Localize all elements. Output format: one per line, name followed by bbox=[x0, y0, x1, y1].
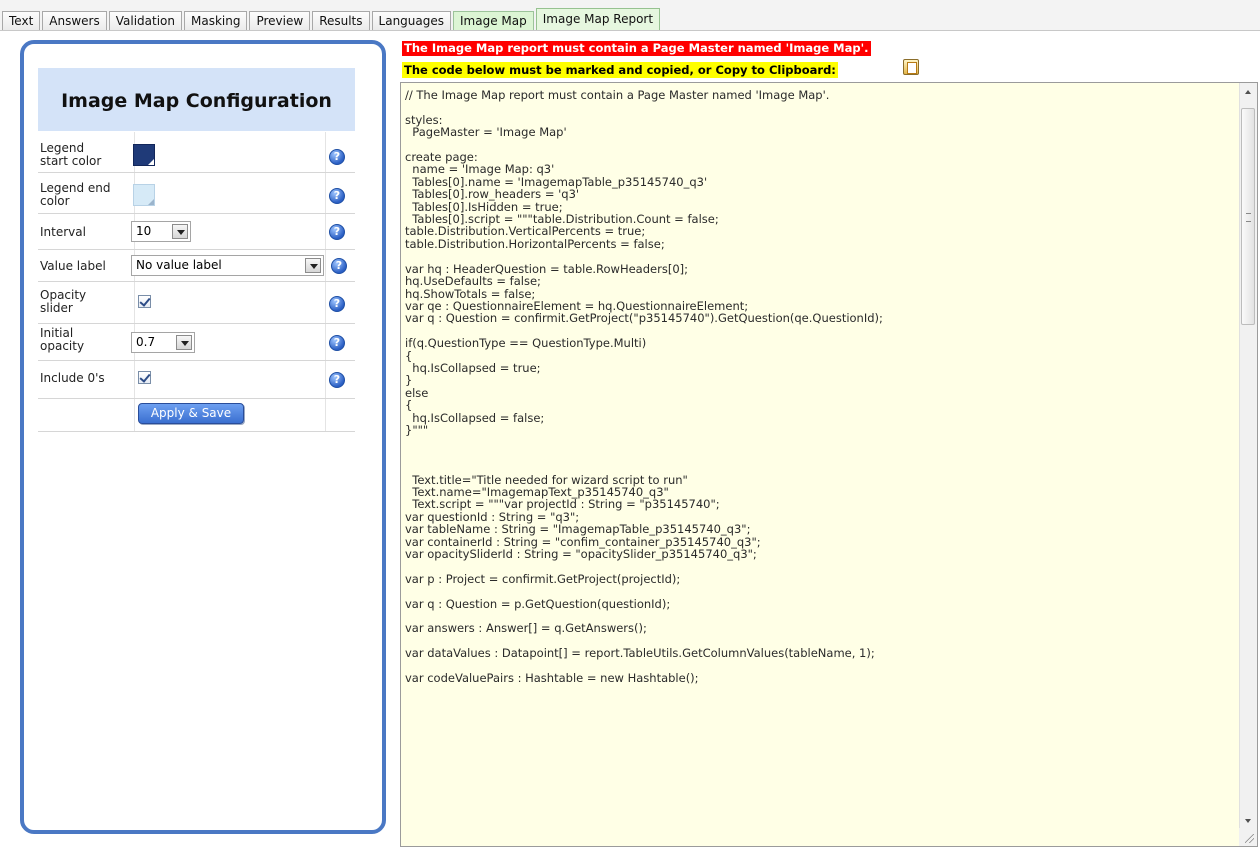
tab-languages[interactable]: Languages bbox=[371, 11, 452, 30]
chevron-down-icon[interactable] bbox=[176, 335, 192, 350]
include-zeros-row: Include 0's ? bbox=[38, 361, 355, 399]
tab-validation[interactable]: Validation bbox=[108, 11, 182, 30]
copy-instruction: The code below must be marked and copied… bbox=[402, 62, 838, 78]
legend-end-label: Legend end color bbox=[40, 181, 111, 208]
tab-list: Text Answers Validation Masking Preview … bbox=[2, 8, 662, 30]
config-title: Image Map Configuration bbox=[61, 90, 332, 112]
initial-opacity-value: 0.7 bbox=[136, 335, 156, 349]
help-icon[interactable]: ? bbox=[329, 149, 345, 165]
include-zeros-label: Include 0's bbox=[40, 371, 105, 385]
code-textarea[interactable]: // The Image Map report must contain a P… bbox=[400, 82, 1258, 847]
tab-answers[interactable]: Answers bbox=[42, 11, 107, 30]
help-icon[interactable]: ? bbox=[331, 258, 347, 274]
help-icon[interactable]: ? bbox=[329, 188, 345, 204]
opacity-slider-label: Opacity slider bbox=[40, 288, 87, 315]
opacity-slider-checkbox[interactable] bbox=[138, 295, 151, 308]
resize-grip-icon[interactable] bbox=[1239, 828, 1257, 846]
tab-image-map[interactable]: Image Map bbox=[453, 11, 534, 30]
tab-text[interactable]: Text bbox=[2, 11, 41, 30]
tab-masking[interactable]: Masking bbox=[184, 11, 248, 30]
help-icon[interactable]: ? bbox=[329, 372, 345, 388]
interval-select[interactable]: 10 bbox=[131, 221, 191, 242]
copy-to-clipboard-icon[interactable] bbox=[903, 59, 919, 75]
vertical-scrollbar[interactable] bbox=[1239, 83, 1257, 830]
tab-preview[interactable]: Preview bbox=[249, 11, 311, 30]
include-zeros-checkbox[interactable] bbox=[138, 371, 151, 384]
legend-end-row: Legend end color ? bbox=[38, 173, 355, 214]
interval-row: Interval 10 ? bbox=[38, 214, 355, 250]
help-icon[interactable]: ? bbox=[329, 335, 345, 351]
legend-start-label: Legend start color bbox=[40, 141, 102, 168]
initial-opacity-label: Initial opacity bbox=[40, 326, 85, 353]
apply-save-button[interactable]: Apply & Save bbox=[138, 403, 244, 424]
value-label-row: Value label No value label ? bbox=[38, 250, 355, 282]
initial-opacity-select[interactable]: 0.7 bbox=[131, 332, 195, 353]
image-map-config-panel: Image Map Configuration Legend start col… bbox=[20, 40, 386, 834]
scroll-up-arrow-icon[interactable] bbox=[1240, 83, 1257, 100]
help-icon[interactable]: ? bbox=[329, 224, 345, 240]
code-text[interactable]: // The Image Map report must contain a P… bbox=[405, 89, 1235, 685]
legend-start-color-swatch[interactable] bbox=[133, 144, 155, 166]
chevron-down-icon[interactable] bbox=[172, 224, 188, 239]
opacity-slider-row: Opacity slider ? bbox=[38, 282, 355, 324]
tab-results[interactable]: Results bbox=[312, 11, 370, 30]
tab-bar: Text Answers Validation Masking Preview … bbox=[0, 0, 1260, 31]
config-header: Image Map Configuration bbox=[38, 68, 355, 131]
scrollbar-thumb[interactable] bbox=[1241, 108, 1255, 325]
initial-opacity-row: Initial opacity 0.7 ? bbox=[38, 324, 355, 361]
chevron-down-icon[interactable] bbox=[305, 258, 321, 273]
value-label-select[interactable]: No value label bbox=[131, 255, 324, 276]
value-label-value: No value label bbox=[136, 258, 222, 272]
help-icon[interactable]: ? bbox=[329, 296, 345, 312]
interval-value: 10 bbox=[136, 224, 152, 238]
page-master-warning: The Image Map report must contain a Page… bbox=[402, 41, 871, 56]
legend-start-row: Legend start color ? bbox=[38, 132, 355, 173]
tab-image-map-report[interactable]: Image Map Report bbox=[535, 8, 661, 30]
interval-label: Interval bbox=[40, 225, 86, 239]
legend-end-color-swatch[interactable] bbox=[133, 184, 155, 206]
apply-row: Apply & Save bbox=[38, 399, 355, 432]
value-label-label: Value label bbox=[40, 259, 106, 273]
